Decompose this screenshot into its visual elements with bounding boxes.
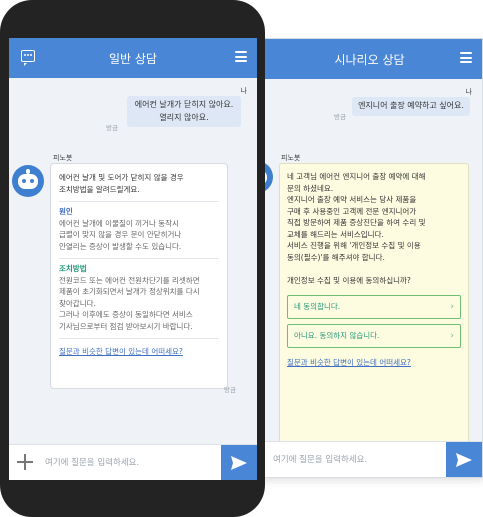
scenario-chat-body: 나 엔지니어 출장 예약하고 싶어요. 방금 피노봇 네 고객님 에어컨 엔지니… <box>257 79 482 472</box>
bot-intro-text: 에어컨 날개 및 도어가 닫히지 않을 경우 조치방법을 알려드릴게요. <box>59 173 184 194</box>
scenario-message-input[interactable]: 여기에 질문을 입력하세요. <box>273 453 367 465</box>
divider <box>59 258 219 259</box>
general-input-bar: 여기에 질문을 입력하세요. <box>9 444 257 480</box>
scenario-header-title: 시나리오 상담 <box>334 53 405 67</box>
send-icon <box>231 456 247 470</box>
general-header: 일반 상담 <box>9 38 257 78</box>
send-icon <box>456 453 472 467</box>
general-message-input[interactable]: 여기에 질문을 입력하세요. <box>45 456 139 468</box>
scenario-user-message: 엔지니어 출장 예약하고 싶어요. <box>352 97 470 116</box>
send-button[interactable] <box>221 445 257 480</box>
choice-yes-label: 네 동의합니다. <box>294 302 341 311</box>
scenario-bot-card: 네 고객님 에어컨 엔지니어 출장 예약에 대해 문의 하셨네요. 엔지니어 출… <box>279 163 469 447</box>
plus-icon[interactable] <box>15 452 35 472</box>
phone-frame: 일반 상담 나 에어컨 날개가 닫히지 않아요. 열리지 않아요. 방금 피노봇… <box>0 0 265 517</box>
menu-icon[interactable] <box>235 51 247 62</box>
cause-title: 원인 <box>59 207 73 216</box>
bot-avatar-icon <box>12 165 44 197</box>
general-chat-screen: 일반 상담 나 에어컨 날개가 닫히지 않아요. 열리지 않아요. 방금 피노봇… <box>9 38 257 480</box>
scenario-bot-text: 네 고객님 에어컨 엔지니어 출장 예약에 대해 문의 하셨네요. 엔지니어 출… <box>287 172 426 285</box>
divider <box>59 201 219 202</box>
menu-icon[interactable] <box>460 52 472 63</box>
send-button[interactable] <box>446 442 482 477</box>
chevron-right-icon: › <box>450 331 454 341</box>
fix-text: 전원코드 또는 에어컨 전원차단기를 리셋하면 제품이 초기화되면서 날개가 정… <box>59 275 200 331</box>
choice-no-label: 아니요. 동의하지 않습니다. <box>294 331 380 340</box>
scenario-user-name: 나 <box>465 88 472 96</box>
general-user-message: 에어컨 날개가 닫히지 않아요. 열리지 않아요. <box>127 96 241 127</box>
general-similar-link[interactable]: 질문과 비슷한 답변이 있는데 어떠세요? <box>59 343 219 358</box>
scenario-input-bar: 여기에 질문을 입력하세요. <box>257 441 482 477</box>
choice-yes-button[interactable]: 네 동의합니다. › <box>287 295 461 319</box>
general-user-name: 나 <box>240 87 247 95</box>
general-bot-time: 방금 <box>224 386 236 394</box>
general-bot-name: 피노봇 <box>53 154 73 162</box>
scenario-user-time: 방금 <box>334 113 346 121</box>
general-bot-card: 에어컨 날개 및 도어가 닫히지 않을 경우 조치방법을 알려드릴게요. 원인 … <box>50 163 228 389</box>
scenario-similar-link[interactable]: 질문과 비슷한 답변이 있는데 어떠세요? <box>287 353 461 369</box>
scenario-bot-name: 피노봇 <box>281 154 301 162</box>
scenario-chat-window: 시나리오 상담 나 엔지니어 출장 예약하고 싶어요. 방금 피노봇 네 고객님… <box>256 38 483 478</box>
fix-title: 조치방법 <box>59 264 87 273</box>
divider <box>59 338 219 339</box>
cause-text: 에어컨 날개에 이물질이 끼거나 동작시 급렬이 맞지 않을 경우 문이 안닫히… <box>59 218 182 251</box>
scenario-header: 시나리오 상담 <box>257 39 482 79</box>
general-header-title: 일반 상담 <box>109 52 157 66</box>
chevron-right-icon: › <box>450 302 454 312</box>
stage: 시나리오 상담 나 엔지니어 출장 예약하고 싶어요. 방금 피노봇 네 고객님… <box>0 0 483 517</box>
choice-no-button[interactable]: 아니요. 동의하지 않습니다. › <box>287 324 461 348</box>
general-user-time: 방금 <box>106 124 118 132</box>
